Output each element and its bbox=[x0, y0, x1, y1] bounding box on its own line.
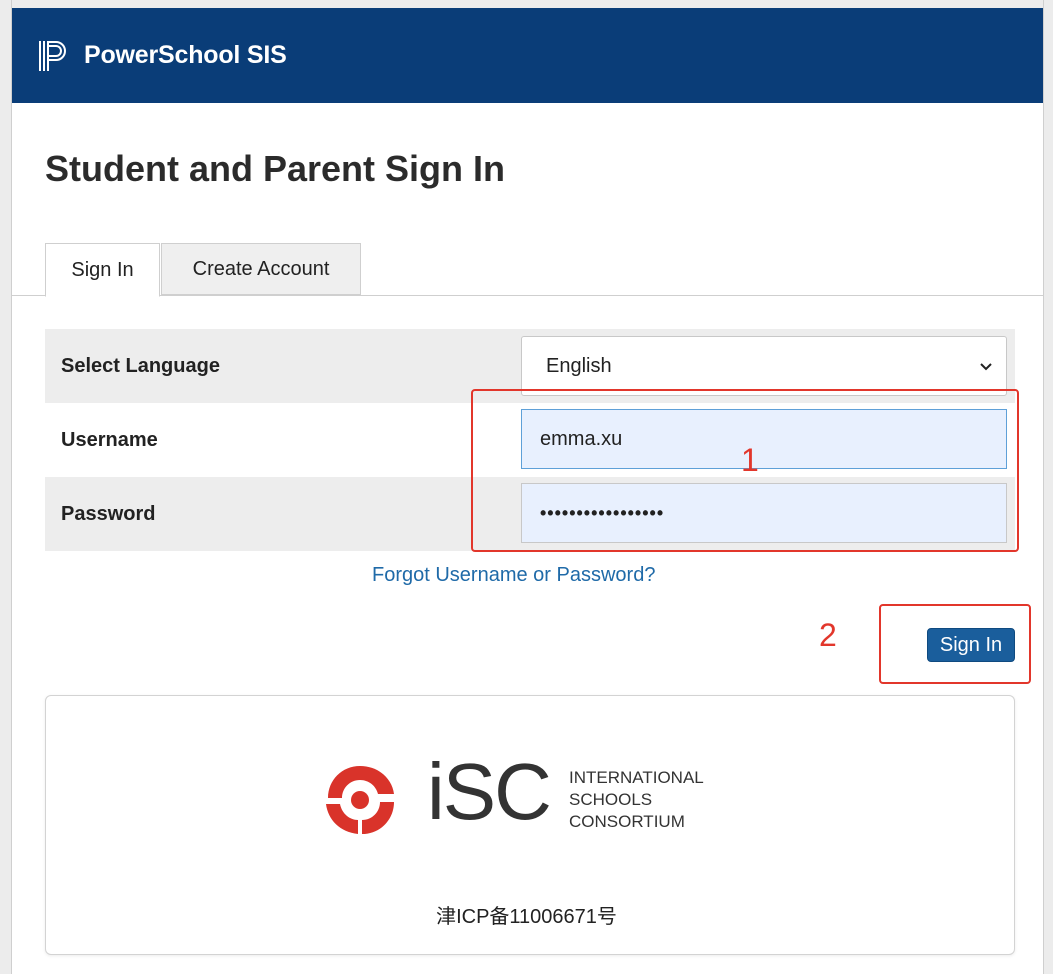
icp-license-text: 津ICP备11006671号 bbox=[436, 906, 617, 928]
tabs-divider bbox=[12, 295, 1043, 296]
isc-org-line-1: INTERNATIONAL bbox=[569, 768, 704, 787]
page-title: Student and Parent Sign In bbox=[45, 148, 506, 189]
forgot-credentials-link[interactable]: Forgot Username or Password? bbox=[372, 564, 655, 587]
tab-sign-in[interactable]: Sign In bbox=[45, 243, 160, 297]
window-left-edge bbox=[0, 0, 12, 974]
annotation-number-1: 1 bbox=[741, 442, 759, 478]
username-label: Username bbox=[61, 428, 158, 451]
sign-in-button[interactable]: Sign In bbox=[927, 628, 1015, 662]
powerschool-logo-icon bbox=[39, 40, 66, 71]
language-select[interactable]: English bbox=[521, 336, 1007, 396]
window-top-edge bbox=[0, 0, 1053, 8]
isc-org-line-2: SCHOOLS bbox=[569, 790, 653, 809]
annotation-number-2: 2 bbox=[819, 617, 837, 653]
isc-swirl-logo-icon bbox=[326, 766, 394, 834]
app-title: PowerSchool SIS bbox=[84, 41, 287, 69]
language-selected-value: English bbox=[546, 354, 612, 377]
app-header: PowerSchool SIS bbox=[12, 8, 1043, 103]
isc-org-name: INTERNATIONAL SCHOOLS CONSORTIUM bbox=[569, 767, 704, 833]
password-label: Password bbox=[61, 502, 156, 525]
language-label: Select Language bbox=[61, 354, 220, 377]
isc-org-line-3: CONSORTIUM bbox=[569, 812, 685, 831]
window-right-edge bbox=[1043, 0, 1053, 974]
isc-wordmark: iSC bbox=[427, 747, 552, 836]
chevron-down-icon bbox=[980, 363, 992, 371]
tab-create-account[interactable]: Create Account bbox=[161, 243, 361, 295]
